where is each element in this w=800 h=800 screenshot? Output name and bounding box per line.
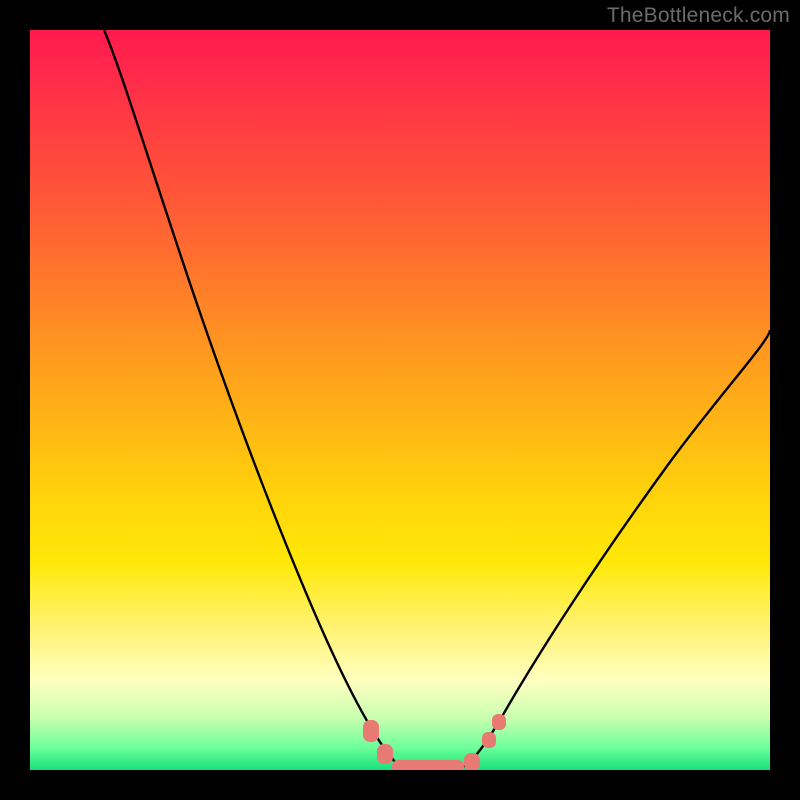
right-curve-path: [458, 330, 770, 769]
marker-dot: [492, 714, 506, 730]
valley-markers: [363, 714, 506, 770]
marker-dot: [377, 744, 393, 764]
marker-dot: [482, 732, 496, 748]
watermark-text: TheBottleneck.com: [607, 4, 790, 28]
marker-dot: [464, 753, 480, 770]
marker-pill: [392, 760, 464, 770]
chart-frame: TheBottleneck.com: [0, 0, 800, 800]
left-curve-path: [104, 30, 402, 769]
marker-dot: [363, 720, 379, 742]
bottleneck-curve: [30, 30, 770, 770]
